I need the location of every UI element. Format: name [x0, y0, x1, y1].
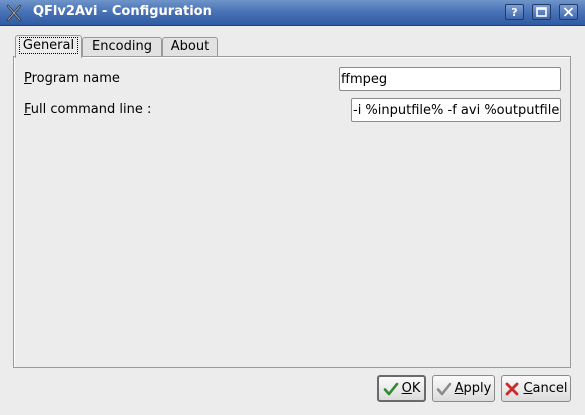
checkmark-icon	[383, 382, 398, 395]
title-bar[interactable]: QFlv2Avi - Configuration ?	[0, 0, 585, 26]
close-button[interactable]	[559, 4, 578, 20]
maximize-icon	[536, 7, 547, 17]
tab-about[interactable]: About	[162, 37, 218, 57]
tab-about-label: About	[170, 39, 210, 54]
window-title: QFlv2Avi - Configuration	[33, 4, 212, 19]
tab-encoding-label: Encoding	[92, 39, 152, 54]
command-line-label: Full command line :	[24, 102, 151, 117]
command-line-mnemonic: F	[24, 102, 31, 117]
close-icon	[563, 7, 574, 17]
cancel-mnemonic: C	[523, 381, 533, 396]
maximize-button[interactable]	[532, 4, 551, 20]
ok-mnemonic: O	[401, 381, 412, 396]
command-line-label-rest: ull command line :	[30, 102, 152, 117]
cancel-label: Cancel	[523, 381, 567, 396]
tab-encoding[interactable]: Encoding	[82, 37, 162, 57]
apply-label: Apply	[455, 381, 492, 396]
checkmark-icon	[436, 382, 451, 395]
ok-button[interactable]: OK	[377, 375, 426, 402]
apply-mnemonic: A	[454, 381, 464, 396]
cancel-button[interactable]: Cancel	[501, 375, 571, 402]
cancel-label-rest: ancel	[532, 381, 568, 396]
help-button[interactable]: ?	[505, 4, 524, 20]
program-name-mnemonic: P	[24, 71, 32, 86]
tab-general[interactable]: General	[15, 35, 82, 58]
tab-general-label: General	[18, 37, 79, 54]
ok-label-rest: K	[411, 381, 421, 396]
ok-label: OK	[402, 381, 421, 396]
app-icon[interactable]	[5, 4, 23, 22]
program-name-label-rest: rogram name	[31, 71, 120, 86]
cancel-icon	[506, 382, 519, 395]
apply-label-rest: pply	[463, 381, 492, 396]
program-name-input[interactable]	[339, 67, 561, 91]
apply-button[interactable]: Apply	[432, 375, 495, 402]
configuration-window: QFlv2Avi - Configuration ? General Encod…	[0, 0, 585, 415]
command-line-input[interactable]	[351, 98, 561, 122]
help-icon: ?	[511, 6, 518, 19]
program-name-label: Program name	[24, 71, 120, 86]
